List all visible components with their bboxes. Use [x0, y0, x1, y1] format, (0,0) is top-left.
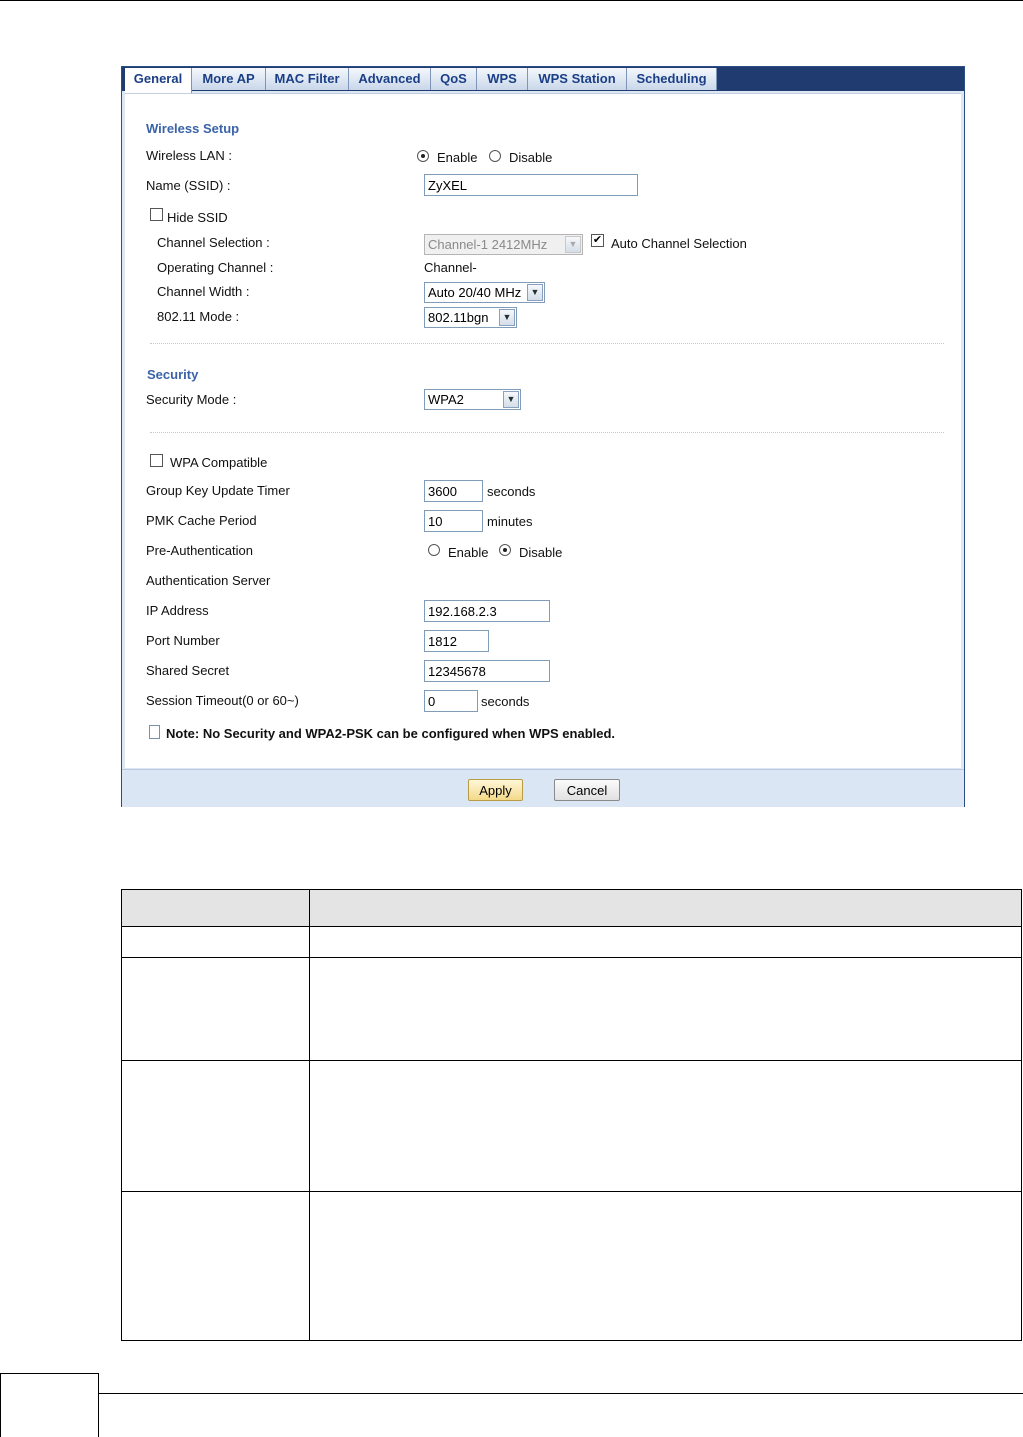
preauth-enable-radio[interactable]: [428, 544, 440, 556]
tab-qos[interactable]: QoS: [431, 68, 477, 90]
port-number-input[interactable]: [424, 630, 489, 652]
pmk-unit: minutes: [487, 514, 533, 529]
table-row: [121, 1191, 1022, 1341]
tab-advanced[interactable]: Advanced: [349, 68, 431, 90]
table-cell: [121, 957, 310, 1061]
wireless-lan-label: Wireless LAN :: [146, 148, 232, 163]
wpa-compatible-checkbox[interactable]: [150, 454, 163, 467]
tab-more-ap[interactable]: More AP: [192, 68, 266, 90]
table-cell: [309, 1191, 1022, 1341]
table-row: [121, 1060, 1022, 1192]
chevron-down-icon: ▼: [503, 391, 519, 408]
preauth-disable-label: Disable: [519, 545, 563, 560]
divider: [150, 343, 944, 344]
channel-width-select[interactable]: Auto 20/40 MHz ▼: [424, 282, 545, 303]
note-icon: [149, 725, 160, 739]
table-cell: [309, 1060, 1022, 1192]
table-row: [121, 926, 1022, 958]
group-key-unit: seconds: [487, 484, 536, 499]
security-mode-label: Security Mode :: [146, 392, 237, 407]
tab-scheduling[interactable]: Scheduling: [627, 68, 717, 90]
ip-address-input[interactable]: [424, 600, 550, 622]
wireless-lan-disable-radio[interactable]: [489, 150, 501, 162]
divider: [150, 432, 944, 433]
group-key-label: Group Key Update Timer: [146, 483, 290, 498]
ip-address-label: IP Address: [146, 603, 209, 618]
description-table: [121, 889, 1022, 1341]
mode-value: 802.11bgn: [428, 310, 489, 325]
tab-wps[interactable]: WPS: [477, 68, 528, 90]
table-cell: [121, 926, 310, 958]
cancel-button[interactable]: Cancel: [554, 779, 620, 801]
security-mode-select[interactable]: WPA2 ▼: [424, 389, 521, 410]
ssid-input[interactable]: [424, 174, 638, 196]
wpa-compatible-label: WPA Compatible: [170, 455, 268, 470]
button-bar: Apply Cancel: [122, 769, 964, 807]
channel-selection-value: Channel-1 2412MHz: [428, 237, 548, 252]
hide-ssid-label: Hide SSID: [167, 210, 228, 225]
preauth-label: Pre-Authentication: [146, 543, 253, 558]
wireless-lan-enable-label: Enable: [437, 150, 478, 165]
table-cell: [121, 1060, 310, 1192]
auth-server-label: Authentication Server: [146, 573, 271, 588]
tab-content: Wireless Setup Wireless LAN : Enable Dis…: [125, 93, 961, 768]
session-timeout-label: Session Timeout(0 or 60~): [146, 693, 299, 708]
group-key-input[interactable]: [424, 480, 483, 502]
wireless-lan-disable-label: Disable: [509, 150, 553, 165]
shared-secret-label: Shared Secret: [146, 663, 230, 678]
operating-channel-label: Operating Channel :: [157, 260, 274, 275]
tab-wps-station[interactable]: WPS Station: [528, 68, 627, 90]
operating-channel-value: Channel-: [424, 260, 477, 275]
tab-mac-filter[interactable]: MAC Filter: [266, 68, 349, 90]
page-top-rule: [0, 0, 1023, 1]
port-number-label: Port Number: [146, 633, 220, 648]
pmk-label: PMK Cache Period: [146, 513, 257, 528]
preauth-disable-radio[interactable]: [499, 544, 511, 556]
table-header-cell: [121, 889, 310, 927]
chevron-down-icon: ▼: [527, 284, 543, 301]
security-title: Security: [147, 367, 199, 382]
wireless-settings-panel: General More AP MAC Filter Advanced QoS …: [121, 66, 965, 807]
auto-channel-checkbox[interactable]: ✔: [591, 234, 604, 247]
wireless-lan-enable-radio[interactable]: [417, 150, 429, 162]
table-cell: [121, 1191, 310, 1341]
ssid-label: Name (SSID) :: [146, 178, 231, 193]
page-number-box: [0, 1373, 99, 1437]
hide-ssid-checkbox[interactable]: [150, 208, 163, 221]
table-row: [121, 957, 1022, 1061]
pmk-input[interactable]: [424, 510, 483, 532]
chevron-down-icon: ▼: [499, 309, 515, 326]
shared-secret-input[interactable]: [424, 660, 550, 682]
wireless-setup-title: Wireless Setup: [146, 121, 240, 136]
preauth-enable-label: Enable: [448, 545, 489, 560]
table-cell: [309, 957, 1022, 1061]
session-timeout-unit: seconds: [481, 694, 530, 709]
mode-label: 802.11 Mode :: [157, 309, 240, 324]
table-header-cell: [309, 889, 1022, 927]
channel-selection-select[interactable]: Channel-1 2412MHz ▼: [424, 234, 583, 255]
channel-width-label: Channel Width :: [157, 284, 250, 299]
session-timeout-input[interactable]: [424, 690, 478, 712]
channel-selection-label: Channel Selection :: [157, 235, 270, 250]
channel-width-value: Auto 20/40 MHz: [428, 285, 522, 300]
footer-rule: [99, 1393, 1023, 1394]
mode-select[interactable]: 802.11bgn ▼: [424, 307, 517, 328]
auto-channel-label: Auto Channel Selection: [611, 236, 747, 251]
chevron-down-icon: ▼: [565, 236, 581, 253]
note-text: Note: No Security and WPA2-PSK can be co…: [166, 726, 616, 741]
apply-button[interactable]: Apply: [468, 779, 523, 801]
tab-general[interactable]: General: [125, 68, 192, 94]
table-header-row: [121, 889, 1022, 927]
table-cell: [309, 926, 1022, 958]
tab-bar: General More AP MAC Filter Advanced QoS …: [122, 67, 964, 94]
security-mode-value: WPA2: [428, 392, 464, 407]
